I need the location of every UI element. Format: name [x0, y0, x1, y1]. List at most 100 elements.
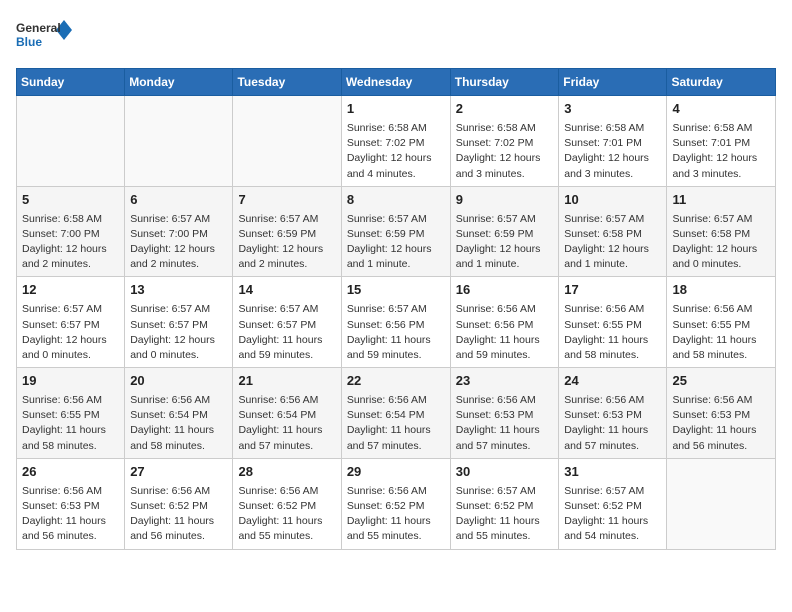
calendar-cell: 28 Sunrise: 6:56 AM Sunset: 6:52 PM Dayli…	[233, 458, 341, 549]
day-number: 3	[564, 100, 661, 119]
day-info: Sunrise: 6:57 AM Sunset: 6:56 PM Dayligh…	[347, 302, 445, 363]
day-info: Sunrise: 6:58 AM Sunset: 7:01 PM Dayligh…	[672, 121, 770, 182]
weekday-header: Saturday	[667, 69, 776, 96]
day-info: Sunrise: 6:57 AM Sunset: 6:57 PM Dayligh…	[22, 302, 119, 363]
calendar-cell: 9 Sunrise: 6:57 AM Sunset: 6:59 PM Daylig…	[450, 186, 559, 277]
calendar-week-row: 26 Sunrise: 6:56 AM Sunset: 6:53 PM Dayli…	[17, 458, 776, 549]
day-info: Sunrise: 6:58 AM Sunset: 7:01 PM Dayligh…	[564, 121, 661, 182]
day-info: Sunrise: 6:58 AM Sunset: 7:00 PM Dayligh…	[22, 212, 119, 273]
calendar-cell: 26 Sunrise: 6:56 AM Sunset: 6:53 PM Dayli…	[17, 458, 125, 549]
svg-text:General: General	[16, 21, 61, 35]
day-number: 11	[672, 191, 770, 210]
day-number: 26	[22, 463, 119, 482]
day-info: Sunrise: 6:56 AM Sunset: 6:53 PM Dayligh…	[22, 484, 119, 545]
day-info: Sunrise: 6:56 AM Sunset: 6:54 PM Dayligh…	[130, 393, 227, 454]
day-number: 6	[130, 191, 227, 210]
weekday-header-row: SundayMondayTuesdayWednesdayThursdayFrid…	[17, 69, 776, 96]
day-number: 20	[130, 372, 227, 391]
day-info: Sunrise: 6:57 AM Sunset: 6:57 PM Dayligh…	[130, 302, 227, 363]
logo: GeneralBlue	[16, 16, 76, 56]
day-info: Sunrise: 6:56 AM Sunset: 6:55 PM Dayligh…	[672, 302, 770, 363]
calendar-cell: 7Sunrise: 6:57 AM Sunset: 6:59 PM Daylig…	[233, 186, 341, 277]
day-info: Sunrise: 6:56 AM Sunset: 6:53 PM Dayligh…	[564, 393, 661, 454]
calendar-week-row: 12 Sunrise: 6:57 AM Sunset: 6:57 PM Dayli…	[17, 277, 776, 368]
weekday-header: Wednesday	[341, 69, 450, 96]
day-info: Sunrise: 6:56 AM Sunset: 6:52 PM Dayligh…	[238, 484, 335, 545]
day-info: Sunrise: 6:58 AM Sunset: 7:02 PM Dayligh…	[347, 121, 445, 182]
calendar-cell: 11Sunrise: 6:57 AM Sunset: 6:58 PM Dayli…	[667, 186, 776, 277]
calendar-cell: 23 Sunrise: 6:56 AM Sunset: 6:53 PM Dayli…	[450, 368, 559, 459]
day-info: Sunrise: 6:56 AM Sunset: 6:53 PM Dayligh…	[672, 393, 770, 454]
day-info: Sunrise: 6:57 AM Sunset: 6:59 PM Dayligh…	[456, 212, 554, 273]
day-info: Sunrise: 6:56 AM Sunset: 6:55 PM Dayligh…	[22, 393, 119, 454]
day-number: 29	[347, 463, 445, 482]
weekday-header: Friday	[559, 69, 667, 96]
day-number: 17	[564, 281, 661, 300]
calendar-cell: 22 Sunrise: 6:56 AM Sunset: 6:54 PM Dayli…	[341, 368, 450, 459]
day-number: 19	[22, 372, 119, 391]
day-info: Sunrise: 6:56 AM Sunset: 6:56 PM Dayligh…	[456, 302, 554, 363]
calendar-cell: 18 Sunrise: 6:56 AM Sunset: 6:55 PM Dayli…	[667, 277, 776, 368]
day-info: Sunrise: 6:56 AM Sunset: 6:52 PM Dayligh…	[347, 484, 445, 545]
calendar-cell: 2 Sunrise: 6:58 AM Sunset: 7:02 PM Daylig…	[450, 96, 559, 187]
calendar-cell	[233, 96, 341, 187]
day-info: Sunrise: 6:56 AM Sunset: 6:53 PM Dayligh…	[456, 393, 554, 454]
calendar-cell: 31 Sunrise: 6:57 AM Sunset: 6:52 PM Dayli…	[559, 458, 667, 549]
weekday-header: Monday	[125, 69, 233, 96]
day-number: 27	[130, 463, 227, 482]
calendar-cell: 14 Sunrise: 6:57 AM Sunset: 6:57 PM Dayli…	[233, 277, 341, 368]
day-info: Sunrise: 6:56 AM Sunset: 6:54 PM Dayligh…	[347, 393, 445, 454]
calendar-cell: 25 Sunrise: 6:56 AM Sunset: 6:53 PM Dayli…	[667, 368, 776, 459]
calendar-cell: 3 Sunrise: 6:58 AM Sunset: 7:01 PM Daylig…	[559, 96, 667, 187]
day-number: 28	[238, 463, 335, 482]
day-info: Sunrise: 6:57 AM Sunset: 6:59 PM Dayligh…	[347, 212, 445, 273]
svg-text:Blue: Blue	[16, 35, 42, 49]
calendar-cell: 16 Sunrise: 6:56 AM Sunset: 6:56 PM Dayli…	[450, 277, 559, 368]
day-info: Sunrise: 6:58 AM Sunset: 7:02 PM Dayligh…	[456, 121, 554, 182]
day-number: 2	[456, 100, 554, 119]
calendar-cell: 29 Sunrise: 6:56 AM Sunset: 6:52 PM Dayli…	[341, 458, 450, 549]
calendar-cell: 5 Sunrise: 6:58 AM Sunset: 7:00 PM Daylig…	[17, 186, 125, 277]
day-number: 5	[22, 191, 119, 210]
calendar-week-row: 5 Sunrise: 6:58 AM Sunset: 7:00 PM Daylig…	[17, 186, 776, 277]
day-number: 10	[564, 191, 661, 210]
day-info: Sunrise: 6:56 AM Sunset: 6:54 PM Dayligh…	[238, 393, 335, 454]
day-info: Sunrise: 6:57 AM Sunset: 6:58 PM Dayligh…	[564, 212, 661, 273]
day-number: 4	[672, 100, 770, 119]
day-number: 18	[672, 281, 770, 300]
day-number: 22	[347, 372, 445, 391]
calendar-cell: 15 Sunrise: 6:57 AM Sunset: 6:56 PM Dayli…	[341, 277, 450, 368]
day-number: 9	[456, 191, 554, 210]
weekday-header: Sunday	[17, 69, 125, 96]
day-number: 23	[456, 372, 554, 391]
calendar-cell: 13 Sunrise: 6:57 AM Sunset: 6:57 PM Dayli…	[125, 277, 233, 368]
day-info: Sunrise: 6:56 AM Sunset: 6:52 PM Dayligh…	[130, 484, 227, 545]
day-info: Sunrise: 6:57 AM Sunset: 7:00 PM Dayligh…	[130, 212, 227, 273]
day-number: 16	[456, 281, 554, 300]
calendar-cell: 27 Sunrise: 6:56 AM Sunset: 6:52 PM Dayli…	[125, 458, 233, 549]
day-number: 12	[22, 281, 119, 300]
calendar-cell: 21 Sunrise: 6:56 AM Sunset: 6:54 PM Dayli…	[233, 368, 341, 459]
day-info: Sunrise: 6:57 AM Sunset: 6:52 PM Dayligh…	[564, 484, 661, 545]
calendar-table: SundayMondayTuesdayWednesdayThursdayFrid…	[16, 68, 776, 550]
calendar-cell: 1Sunrise: 6:58 AM Sunset: 7:02 PM Daylig…	[341, 96, 450, 187]
calendar-cell: 17 Sunrise: 6:56 AM Sunset: 6:55 PM Dayli…	[559, 277, 667, 368]
day-info: Sunrise: 6:57 AM Sunset: 6:57 PM Dayligh…	[238, 302, 335, 363]
day-number: 13	[130, 281, 227, 300]
calendar-cell: 4 Sunrise: 6:58 AM Sunset: 7:01 PM Daylig…	[667, 96, 776, 187]
day-number: 21	[238, 372, 335, 391]
calendar-cell: 24Sunrise: 6:56 AM Sunset: 6:53 PM Dayli…	[559, 368, 667, 459]
day-number: 15	[347, 281, 445, 300]
calendar-cell: 8Sunrise: 6:57 AM Sunset: 6:59 PM Daylig…	[341, 186, 450, 277]
calendar-week-row: 1Sunrise: 6:58 AM Sunset: 7:02 PM Daylig…	[17, 96, 776, 187]
logo-svg: GeneralBlue	[16, 16, 76, 56]
day-info: Sunrise: 6:56 AM Sunset: 6:55 PM Dayligh…	[564, 302, 661, 363]
day-number: 25	[672, 372, 770, 391]
calendar-cell	[667, 458, 776, 549]
day-number: 14	[238, 281, 335, 300]
calendar-cell: 12 Sunrise: 6:57 AM Sunset: 6:57 PM Dayli…	[17, 277, 125, 368]
calendar-body: 1Sunrise: 6:58 AM Sunset: 7:02 PM Daylig…	[17, 96, 776, 550]
day-number: 31	[564, 463, 661, 482]
calendar-cell: 19 Sunrise: 6:56 AM Sunset: 6:55 PM Dayli…	[17, 368, 125, 459]
day-number: 30	[456, 463, 554, 482]
